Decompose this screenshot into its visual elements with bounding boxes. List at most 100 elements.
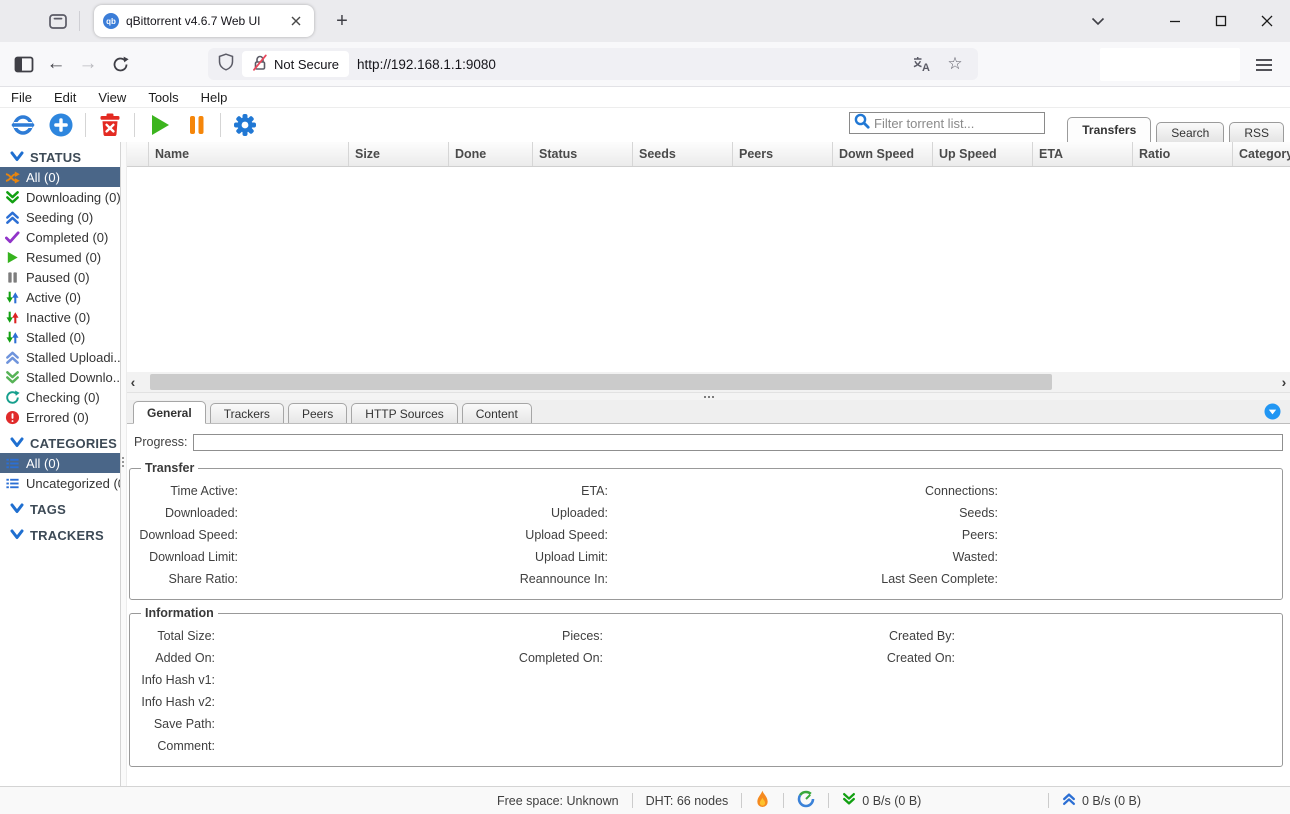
- browser-tab[interactable]: qb qBittorrent v4.6.7 Web UI: [94, 5, 314, 37]
- check-icon: [5, 230, 20, 245]
- column-header-peers[interactable]: Peers: [733, 142, 833, 166]
- column-header-size[interactable]: Size: [349, 142, 449, 166]
- status-filter-all[interactable]: All (0): [0, 167, 120, 187]
- sidebar-section-status[interactable]: STATUS: [0, 147, 120, 167]
- status-filter-stalled-downloading[interactable]: Stalled Downlo...: [0, 367, 120, 387]
- menu-view[interactable]: View: [87, 87, 137, 107]
- column-header-name[interactable]: Name: [149, 142, 349, 166]
- category-filter-all[interactable]: All (0): [0, 453, 120, 473]
- collapse-panel-icon[interactable]: [1264, 403, 1281, 420]
- scrollbar-thumb[interactable]: [150, 374, 1052, 390]
- close-button[interactable]: [1244, 0, 1290, 42]
- scrollbar-track[interactable]: [139, 372, 1278, 392]
- firefox-view-icon[interactable]: [44, 7, 72, 35]
- detail-tab-trackers[interactable]: Trackers: [210, 403, 284, 423]
- sidebar-section-categories[interactable]: CATEGORIES: [0, 433, 120, 453]
- minimize-button[interactable]: [1152, 0, 1198, 42]
- global-upload-speed[interactable]: 0 B/s (0 B): [1062, 792, 1141, 809]
- torrent-table-header: Name Size Done Status Seeds Peers Down S…: [127, 142, 1290, 167]
- column-header-ratio[interactable]: Ratio: [1133, 142, 1233, 166]
- menu-file[interactable]: File: [0, 87, 43, 107]
- pause-icon[interactable]: [183, 112, 209, 138]
- divider: [828, 793, 829, 808]
- status-filter-seeding[interactable]: Seeding (0): [0, 207, 120, 227]
- translate-icon[interactable]: A: [908, 51, 934, 77]
- qbittorrent-favicon: qb: [103, 13, 119, 29]
- detail-tab-general[interactable]: General: [133, 401, 206, 424]
- status-filter-stalled[interactable]: Stalled (0): [0, 327, 120, 347]
- menu-help[interactable]: Help: [190, 87, 239, 107]
- main-tab-rss[interactable]: RSS: [1229, 122, 1284, 142]
- alt-speed-flame-icon[interactable]: [755, 790, 770, 812]
- category-filter-uncategorized[interactable]: Uncategorized (0): [0, 473, 120, 493]
- maximize-button[interactable]: [1198, 0, 1244, 42]
- status-filter-resumed[interactable]: Resumed (0): [0, 247, 120, 267]
- status-filter-completed[interactable]: Completed (0): [0, 227, 120, 247]
- status-filter-active[interactable]: Active (0): [0, 287, 120, 307]
- detail-tab-http-sources[interactable]: HTTP Sources: [351, 403, 457, 423]
- menu-hamburger-icon[interactable]: [1248, 49, 1280, 81]
- options-gear-icon[interactable]: [232, 112, 258, 138]
- progress-label: Progress:: [134, 435, 188, 449]
- bookmark-star-icon[interactable]: ☆: [942, 51, 968, 77]
- status-filter-stalled-uploading[interactable]: Stalled Uploadi...: [0, 347, 120, 367]
- field-label: Comment:: [130, 739, 215, 753]
- column-header-up-speed[interactable]: Up Speed: [933, 142, 1033, 166]
- field-label: Reannounce In:: [423, 572, 608, 586]
- dht-nodes-label: DHT: 66 nodes: [646, 794, 729, 808]
- panel-splitter[interactable]: [127, 392, 1290, 400]
- status-filter-errored[interactable]: Errored (0): [0, 407, 120, 427]
- security-chip[interactable]: Not Secure: [242, 51, 349, 77]
- global-download-speed[interactable]: 0 B/s (0 B): [842, 792, 921, 809]
- address-bar[interactable]: Not Secure http://192.168.1.1:9080 A ☆: [208, 48, 978, 80]
- menu-tools[interactable]: Tools: [137, 87, 189, 107]
- detail-tab-content[interactable]: Content: [462, 403, 532, 423]
- menu-edit[interactable]: Edit: [43, 87, 87, 107]
- status-filter-downloading[interactable]: Downloading (0): [0, 187, 120, 207]
- main-tab-transfers[interactable]: Transfers: [1067, 117, 1151, 142]
- error-icon: [5, 410, 20, 425]
- torrent-list-panel: Name Size Done Status Seeds Peers Down S…: [127, 142, 1290, 786]
- sidebar-section-tags[interactable]: TAGS: [0, 499, 120, 519]
- tabstrip-controls: [1082, 0, 1290, 42]
- chevron-down-icon: [10, 502, 24, 517]
- add-torrent-file-icon[interactable]: [48, 112, 74, 138]
- double-chevron-down-light-icon: [5, 370, 20, 385]
- column-header-eta[interactable]: ETA: [1033, 142, 1133, 166]
- status-filter-paused[interactable]: Paused (0): [0, 267, 120, 287]
- sidebar-toggle-icon[interactable]: [8, 48, 40, 80]
- column-header-down-speed[interactable]: Down Speed: [833, 142, 933, 166]
- field-label: Peers:: [783, 528, 998, 542]
- tab-close-icon[interactable]: [287, 12, 305, 30]
- column-header-done[interactable]: Done: [449, 142, 533, 166]
- resume-icon[interactable]: [146, 112, 172, 138]
- filter-torrent-input[interactable]: [874, 116, 1040, 131]
- connection-status-gauge-icon[interactable]: [797, 790, 815, 811]
- sidebar-section-trackers[interactable]: TRACKERS: [0, 525, 120, 545]
- main-tab-search[interactable]: Search: [1156, 122, 1224, 142]
- divider: [783, 793, 784, 808]
- scroll-right-icon[interactable]: ›: [1278, 372, 1290, 392]
- divider: [1048, 793, 1049, 808]
- new-tab-button[interactable]: +: [327, 6, 357, 36]
- column-header-status[interactable]: Status: [533, 142, 633, 166]
- reload-icon[interactable]: [104, 48, 136, 80]
- torrent-list-empty[interactable]: [127, 167, 1290, 372]
- status-filter-inactive[interactable]: Inactive (0): [0, 307, 120, 327]
- add-torrent-link-icon[interactable]: [9, 112, 37, 138]
- field-label: Upload Speed:: [423, 528, 608, 542]
- list-all-tabs-icon[interactable]: [1082, 7, 1114, 35]
- back-icon[interactable]: ←: [40, 48, 72, 80]
- delete-torrent-icon[interactable]: [97, 112, 123, 138]
- refresh-icon: [5, 390, 20, 405]
- detail-tab-peers[interactable]: Peers: [288, 403, 347, 423]
- status-filter-checking[interactable]: Checking (0): [0, 387, 120, 407]
- double-chevron-up-light-icon: [5, 350, 20, 365]
- shield-icon[interactable]: [218, 53, 234, 76]
- qbittorrent-menubar: File Edit View Tools Help: [0, 87, 1290, 108]
- column-header-seeds[interactable]: Seeds: [633, 142, 733, 166]
- sidebar-splitter[interactable]: [120, 142, 127, 786]
- scroll-left-icon[interactable]: ‹: [127, 372, 139, 392]
- column-header-category[interactable]: Category: [1233, 142, 1290, 166]
- transfer-fieldset: Transfer Time Active: ETA: Connections: …: [129, 461, 1283, 600]
